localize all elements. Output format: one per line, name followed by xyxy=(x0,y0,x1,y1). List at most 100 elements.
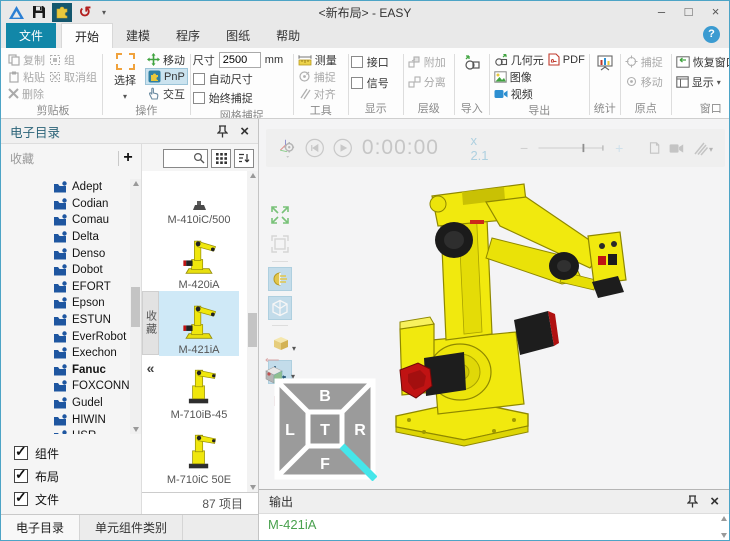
sort-button[interactable] xyxy=(234,149,254,168)
measure-button[interactable]: 测量 xyxy=(296,51,339,68)
filter-file[interactable]: 文件 xyxy=(14,490,141,508)
collapse-panel-button[interactable]: « xyxy=(142,357,159,379)
paste-button[interactable]: 粘贴 xyxy=(6,68,47,85)
signal-checkbox[interactable] xyxy=(351,77,363,89)
speed-slider[interactable] xyxy=(537,141,606,155)
pin-icon[interactable] xyxy=(687,495,698,508)
align-button[interactable]: 对齐 xyxy=(296,85,339,102)
tab-file[interactable]: 文件 xyxy=(6,23,56,48)
view-cube-top[interactable]: T xyxy=(320,422,330,439)
zoom-fit-button[interactable] xyxy=(268,203,292,227)
record-video-icon[interactable] xyxy=(669,142,684,155)
speed-decrease-button[interactable]: − xyxy=(520,140,528,156)
frames-button[interactable] xyxy=(268,331,292,355)
snap-tool-button[interactable]: 捕捉 xyxy=(296,68,339,85)
robot-model-m421ia[interactable] xyxy=(374,164,729,489)
model-list-scrollbar[interactable] xyxy=(247,171,258,492)
attach-button[interactable]: 附加 xyxy=(406,53,448,70)
add-favorite-button[interactable]: + xyxy=(119,149,137,167)
view-cube-right[interactable]: R xyxy=(354,422,366,439)
camera-settings-icon[interactable] xyxy=(278,135,296,161)
tree-item-everrobot[interactable]: EverRobot xyxy=(1,328,130,345)
list-item-m420ia[interactable]: M-420iA xyxy=(159,226,239,291)
close-button[interactable]: × xyxy=(702,2,729,22)
always-snap-option[interactable]: 始终捕捉 xyxy=(193,89,283,107)
tree-item-exechon[interactable]: Exechon xyxy=(1,345,130,362)
move-button[interactable]: 移动 xyxy=(145,51,188,68)
tab-modeling[interactable]: 建模 xyxy=(113,23,163,48)
export-geometry-button[interactable]: 几何元 xyxy=(492,51,546,68)
viewport-3d[interactable]: 0:00:00 x 2.1 − + xyxy=(259,119,729,489)
tree-item-delta[interactable]: Delta xyxy=(1,229,130,246)
select-button[interactable]: 选择 xyxy=(105,51,145,102)
app-logo-icon[interactable] xyxy=(6,3,26,22)
output-close-icon[interactable]: × xyxy=(710,494,719,509)
list-item-m410ic[interactable]: M-410iC/500 xyxy=(159,171,239,226)
tree-item-gudel[interactable]: Gudel xyxy=(1,395,130,412)
layout-checkbox[interactable] xyxy=(14,469,28,483)
scroll-down-icon[interactable] xyxy=(133,427,139,432)
favorites-side-tab[interactable]: 收藏 xyxy=(142,291,159,355)
filter-layout[interactable]: 布局 xyxy=(14,467,141,485)
tab-start[interactable]: 开始 xyxy=(61,23,113,48)
interact-button[interactable]: 交互 xyxy=(145,85,188,102)
tree-item-estun[interactable]: ESTUN xyxy=(1,312,130,329)
scroll-down-icon[interactable] xyxy=(721,533,727,538)
save-button[interactable] xyxy=(29,3,49,22)
render-mode-button[interactable] xyxy=(268,296,292,320)
pin-icon[interactable] xyxy=(217,125,228,138)
maximize-button[interactable]: □ xyxy=(675,2,702,22)
statistics-button[interactable] xyxy=(594,51,616,75)
export-pdf-button[interactable]: PDF xyxy=(546,51,587,68)
tree-item-comau[interactable]: Comau xyxy=(1,212,130,229)
tab-catalog[interactable]: 电子目录 xyxy=(1,515,80,540)
copy-button[interactable]: 复制 xyxy=(6,51,47,68)
minimize-button[interactable]: – xyxy=(648,2,675,22)
pnp-quick-button[interactable] xyxy=(52,3,72,22)
pnp-button[interactable]: PnP xyxy=(145,68,188,85)
delete-button[interactable]: 删除 xyxy=(6,85,47,102)
interface-checkbox[interactable] xyxy=(351,56,363,68)
signal-option[interactable]: 信号 xyxy=(351,74,389,92)
quick-access-more-button[interactable] xyxy=(102,8,106,17)
export-video-button[interactable]: 视频 xyxy=(492,85,587,102)
speed-increase-button[interactable]: + xyxy=(615,140,623,156)
tab-program[interactable]: 程序 xyxy=(163,23,213,48)
tab-drawing[interactable]: 图纸 xyxy=(213,23,263,48)
origin-move-button[interactable]: 移动 xyxy=(623,73,665,90)
view-cube-left[interactable]: L xyxy=(285,422,295,439)
ungroup-button[interactable]: 取消组 xyxy=(47,68,99,85)
tree-scrollbar[interactable] xyxy=(130,179,141,434)
always-snap-checkbox[interactable] xyxy=(193,92,205,104)
auto-size-checkbox[interactable] xyxy=(193,73,205,85)
restore-window-button[interactable]: 恢复窗口 xyxy=(674,53,729,70)
rewind-button[interactable] xyxy=(305,135,324,161)
catalog-close-icon[interactable]: × xyxy=(240,124,249,139)
tree-scroll-thumb[interactable] xyxy=(131,287,140,327)
view-cube[interactable]: B L T R F xyxy=(273,377,377,481)
detach-button[interactable]: 分离 xyxy=(406,73,448,90)
export-pdf-view-icon[interactable] xyxy=(649,140,660,156)
list-item-m710ib[interactable]: M-710iB-45 xyxy=(159,356,239,421)
tree-item-denso[interactable]: Denso xyxy=(1,245,130,262)
show-windows-button[interactable]: 显示 xyxy=(674,73,729,90)
scroll-down-icon[interactable] xyxy=(250,485,256,490)
export-image-button[interactable]: 图像 xyxy=(492,68,587,85)
play-button[interactable] xyxy=(333,135,352,161)
annotate-button[interactable] xyxy=(693,140,713,156)
tab-help[interactable]: 帮助 xyxy=(263,23,313,48)
zoom-selected-button[interactable] xyxy=(268,232,292,256)
tree-item-dobot[interactable]: Dobot xyxy=(1,262,130,279)
component-checkbox[interactable] xyxy=(14,446,28,460)
undo-button[interactable]: ↺ xyxy=(75,3,95,22)
scroll-up-icon[interactable] xyxy=(721,516,727,521)
tree-item-codian[interactable]: Codian xyxy=(1,196,130,213)
interface-option[interactable]: 接口 xyxy=(351,53,389,71)
view-cube-back[interactable]: B xyxy=(319,388,331,405)
tree-item-adept[interactable]: Adept xyxy=(1,179,130,196)
tree-item-hiwin[interactable]: HIWIN xyxy=(1,411,130,428)
list-scroll-thumb[interactable] xyxy=(248,313,257,347)
view-cube-front[interactable]: F xyxy=(320,456,330,473)
grid-size-input[interactable] xyxy=(219,52,261,68)
file-checkbox[interactable] xyxy=(14,492,28,506)
